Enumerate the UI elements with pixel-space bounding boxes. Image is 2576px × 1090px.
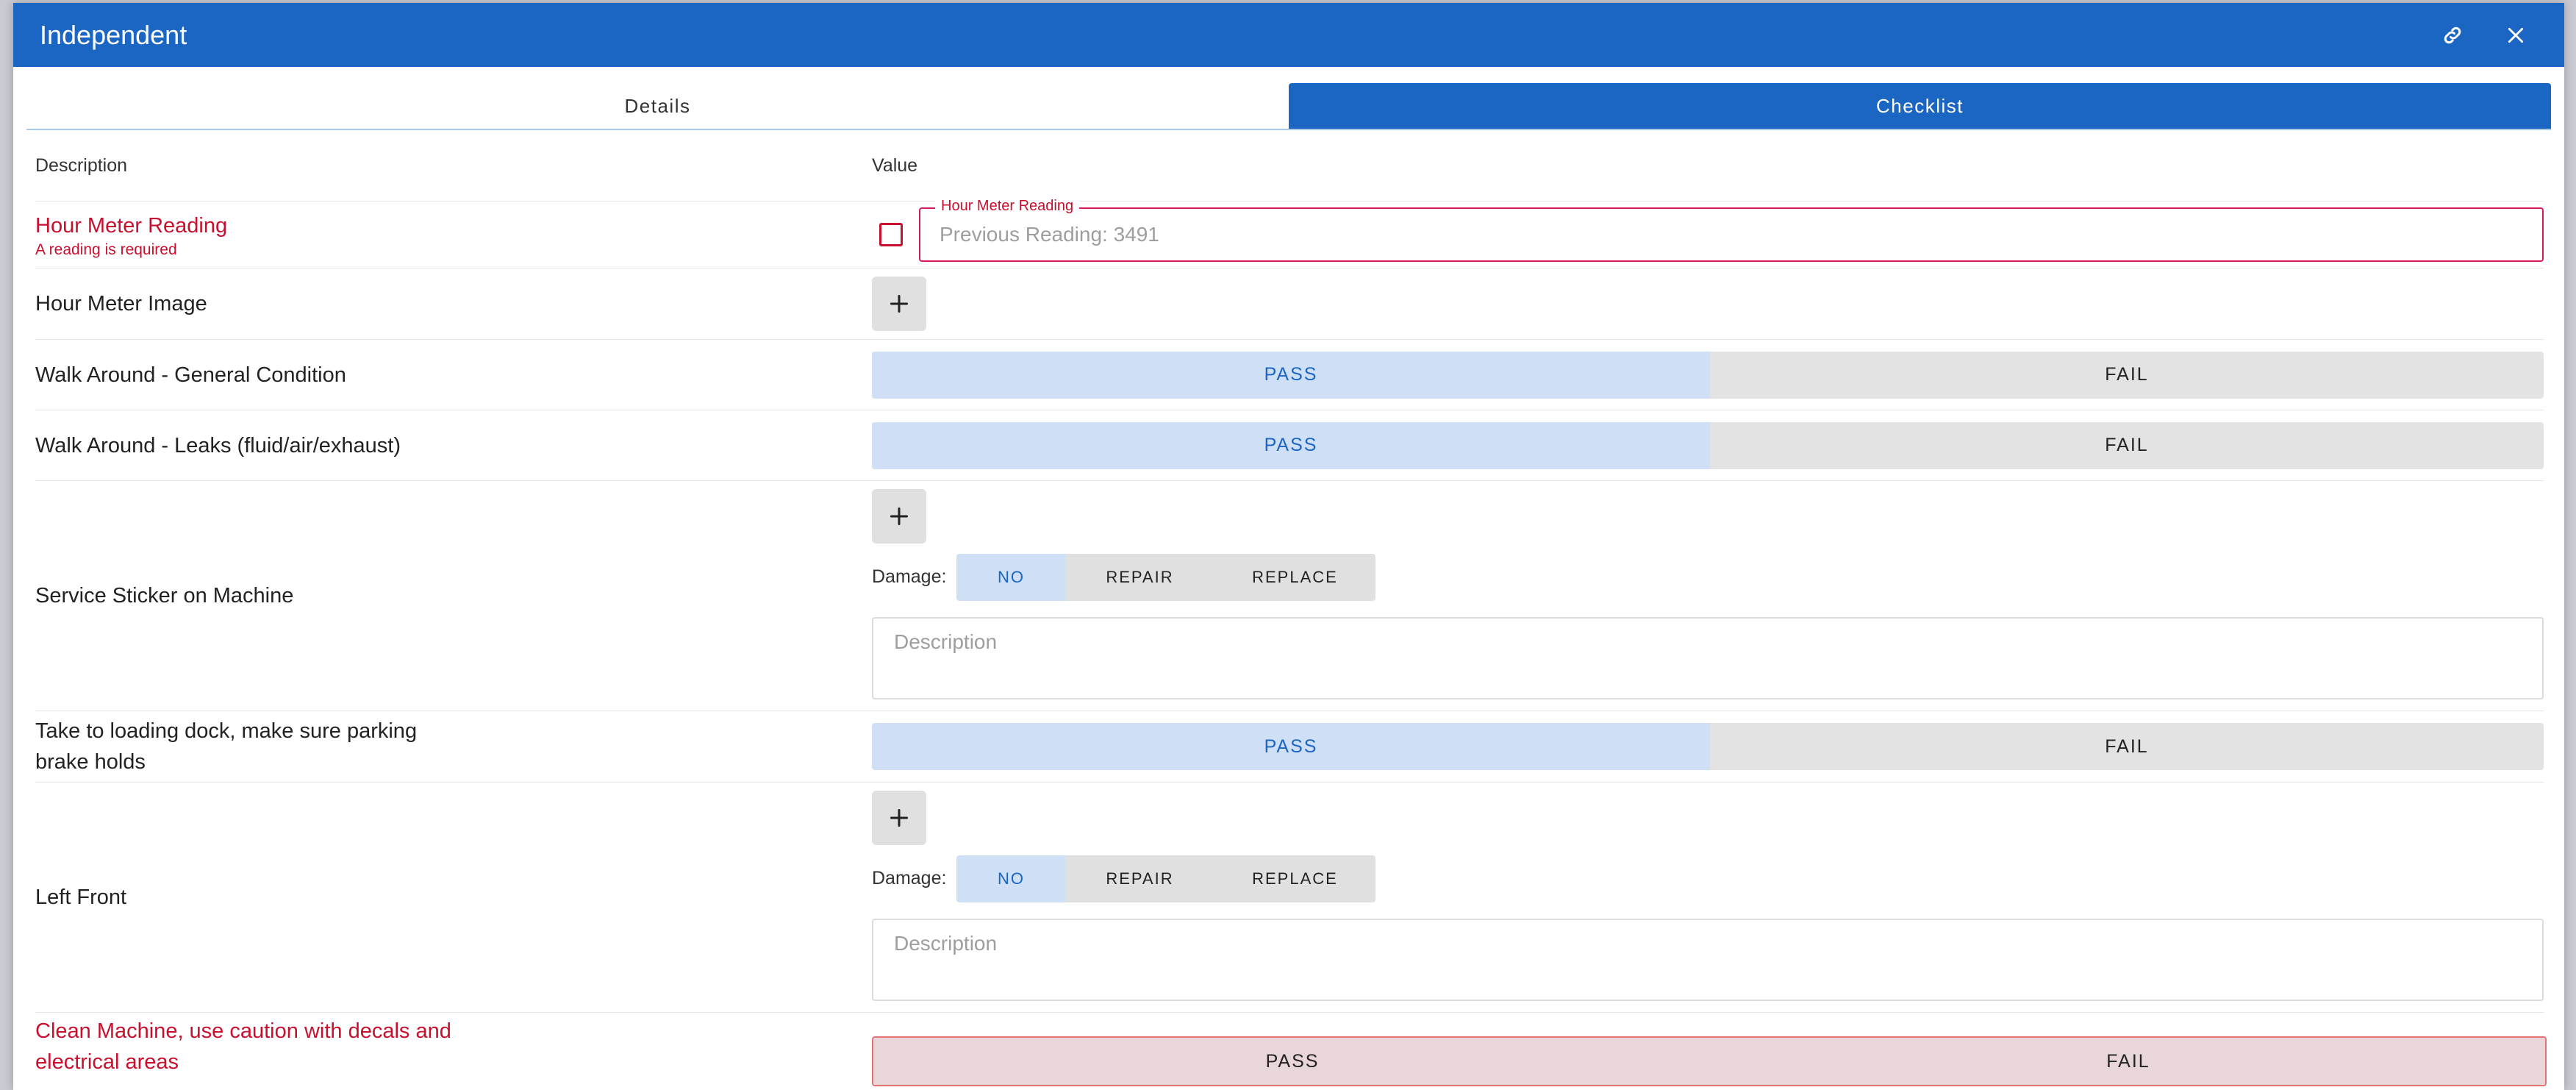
description-column-header: Description (35, 154, 128, 176)
damage-repair-option[interactable]: REPAIR (1065, 553, 1214, 601)
hour-meter-input[interactable] (920, 223, 2542, 246)
leaks-label: Walk Around - Leaks (fluid/air/exhaust) (35, 433, 401, 457)
table-row: Clean Machine, use caution with decals a… (35, 1013, 2547, 1090)
close-button[interactable] (2494, 13, 2538, 57)
pass-fail-toggle: PASS FAIL (872, 351, 2544, 399)
damage-repair-option[interactable]: REPAIR (1065, 855, 1214, 902)
damage-options: NO REPAIR REPLACE (956, 855, 1376, 902)
dialog-title: Independent (40, 19, 187, 50)
checklist-table: Description Value Hour Meter Reading A r… (13, 130, 2564, 1090)
loading-dock-label: Take to loading dock, make sure parking … (35, 719, 418, 774)
tab-details[interactable]: Details (26, 83, 1289, 129)
damage-description-input[interactable] (872, 918, 2544, 1001)
tab-checklist[interactable]: Checklist (1289, 83, 2551, 129)
tab-bar: Details Checklist (26, 83, 2551, 130)
damage-options: NO REPAIR REPLACE (956, 553, 1376, 601)
plus-icon (890, 808, 909, 827)
service-sticker-label: Service Sticker on Machine (35, 584, 294, 608)
pass-fail-toggle: PASS FAIL (872, 723, 2544, 770)
fail-button[interactable]: FAIL (1710, 421, 2544, 469)
table-row: Walk Around - Leaks (fluid/air/exhaust) … (35, 410, 2544, 481)
damage-replace-option[interactable]: REPLACE (1214, 855, 1376, 902)
hour-meter-checkbox[interactable] (879, 223, 903, 246)
value-column-header: Value (872, 154, 918, 176)
required-error-text: A reading is required (35, 241, 177, 258)
clean-machine-label: Clean Machine, use caution with decals a… (35, 1019, 451, 1074)
fail-button[interactable]: FAIL (1710, 351, 2544, 399)
pass-button[interactable]: PASS (873, 1038, 1711, 1085)
hour-meter-image-label: Hour Meter Image (35, 292, 207, 316)
table-row: Take to loading dock, make sure parking … (35, 711, 2544, 783)
damage-replace-option[interactable]: REPLACE (1214, 553, 1376, 601)
pass-button[interactable]: PASS (872, 421, 1710, 469)
damage-selector: Damage: NO REPAIR REPLACE (872, 855, 2544, 902)
table-row: Left Front Damage: NO REPAIR REPLACE (35, 783, 2544, 1013)
hour-meter-label: Hour Meter Reading (35, 214, 228, 238)
pass-fail-toggle: PASS FAIL (872, 1036, 2547, 1086)
general-condition-label: Walk Around - General Condition (35, 363, 346, 387)
add-photo-button[interactable] (872, 790, 926, 845)
checklist-dialog: Independent Details Checklist Descriptio… (13, 3, 2564, 1090)
fail-button[interactable]: FAIL (1711, 1038, 2545, 1085)
close-icon (2508, 27, 2524, 43)
dialog-titlebar: Independent (13, 3, 2564, 67)
plus-icon (890, 294, 909, 313)
link-button[interactable] (2430, 13, 2475, 57)
hour-meter-field: Hour Meter Reading (919, 198, 2544, 262)
left-front-label: Left Front (35, 886, 127, 909)
table-row: Walk Around - General Condition PASS FAI… (35, 340, 2544, 410)
damage-no-option[interactable]: NO (956, 553, 1066, 601)
damage-label: Damage: (872, 868, 947, 888)
plus-icon (890, 507, 909, 525)
damage-label: Damage: (872, 566, 947, 587)
link-icon (2444, 26, 2461, 43)
table-row: Service Sticker on Machine Damage: NO RE… (35, 481, 2544, 711)
damage-description-input[interactable] (872, 616, 2544, 699)
pass-button[interactable]: PASS (872, 723, 1710, 770)
damage-selector: Damage: NO REPAIR REPLACE (872, 553, 2544, 601)
table-header: Description Value (35, 130, 2544, 202)
add-image-button[interactable] (872, 277, 926, 331)
pass-button[interactable]: PASS (872, 351, 1710, 399)
damage-no-option[interactable]: NO (956, 855, 1066, 902)
table-row: Hour Meter Image (35, 268, 2544, 340)
add-photo-button[interactable] (872, 488, 926, 544)
table-row: Hour Meter Reading A reading is required… (35, 198, 2544, 268)
hour-meter-field-legend: Hour Meter Reading (935, 198, 1080, 215)
pass-fail-toggle: PASS FAIL (872, 421, 2544, 469)
fail-button[interactable]: FAIL (1710, 723, 2544, 770)
